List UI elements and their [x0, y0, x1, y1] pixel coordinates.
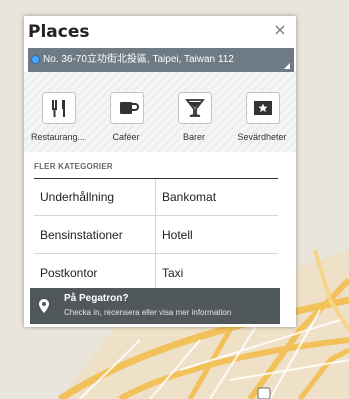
highway-marker-icon: [257, 387, 271, 399]
category-label: Barer: [182, 132, 205, 142]
grid-divider: [155, 179, 156, 291]
category-restaurants[interactable]: Restaurang...: [24, 80, 92, 150]
category-attractions[interactable]: Sevärdheter: [228, 80, 296, 150]
category-label: Sevärdheter: [237, 132, 287, 142]
checkin-title: På Pegatron?: [64, 293, 129, 304]
grid-divider: [34, 215, 278, 216]
my-location-icon: [32, 56, 39, 63]
close-icon[interactable]: ×: [270, 20, 290, 40]
dropdown-corner-icon: [284, 63, 290, 69]
cocktail-glass-icon: [178, 92, 212, 124]
more-categories-header: FLER KATEGORIER: [34, 162, 278, 179]
dialog-title: Places: [28, 22, 90, 42]
grid-divider: [34, 253, 278, 254]
location-pin-icon: [39, 299, 49, 313]
category-label: Restaurang...: [30, 132, 86, 142]
category-gas-stations[interactable]: Bensinstationer: [40, 217, 123, 253]
checkin-subtitle: Checka in, recensera eller visa mer info…: [64, 308, 232, 317]
category-taxi[interactable]: Taxi: [162, 255, 183, 291]
ticket-star-icon: [246, 92, 280, 124]
location-selector[interactable]: No. 36-70立功街北投區, Taipei, Taiwan 112: [28, 48, 294, 72]
fork-knife-icon: [42, 92, 76, 124]
category-bar: Restaurang... Caféer Barer Sevärdheter: [24, 72, 296, 152]
category-atm[interactable]: Bankomat: [162, 179, 216, 215]
location-text: No. 36-70立功街北投區, Taipei, Taiwan 112: [43, 54, 234, 65]
category-cafes[interactable]: Caféer: [92, 80, 160, 150]
checkin-banner[interactable]: På Pegatron? Checka in, recensera eller …: [30, 288, 280, 324]
category-post-office[interactable]: Postkontor: [40, 255, 97, 291]
dialog-header: Places ×: [24, 16, 296, 46]
category-bars[interactable]: Barer: [160, 80, 228, 150]
category-label: Caféer: [112, 132, 140, 142]
category-entertainment[interactable]: Underhållning: [40, 179, 114, 215]
category-hotels[interactable]: Hotell: [162, 217, 193, 253]
coffee-cup-icon: [110, 92, 144, 124]
places-dialog: Places × No. 36-70立功街北投區, Taipei, Taiwan…: [24, 16, 296, 327]
